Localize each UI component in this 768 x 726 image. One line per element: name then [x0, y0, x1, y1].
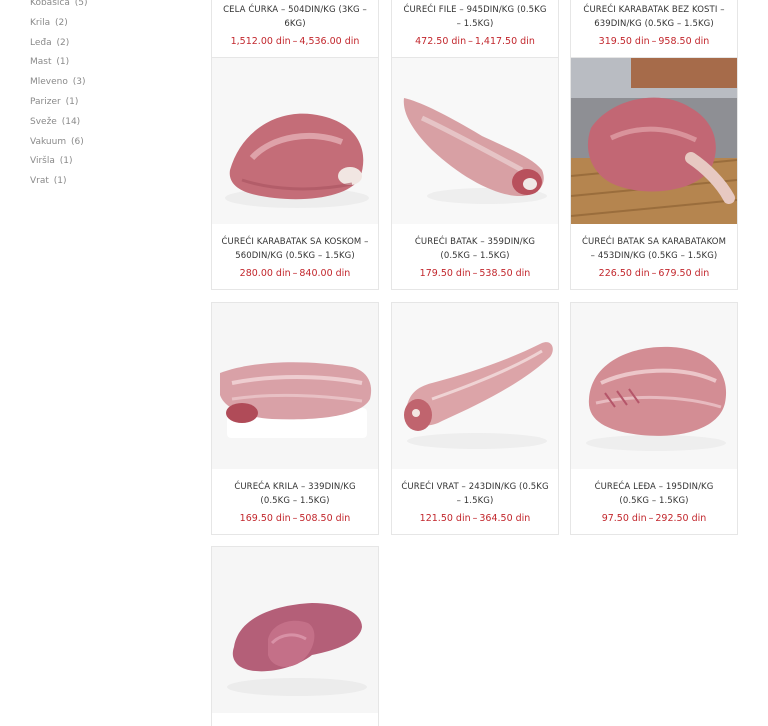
category-link[interactable]: Viršla (1) — [30, 152, 180, 172]
price-min: 1,512.00 din — [230, 36, 291, 47]
category-link[interactable]: Parizer (1) — [30, 93, 180, 113]
product-title[interactable]: ĆUREĆI KARABATAK SA KOSKOM – 560DIN/KG (… — [220, 235, 370, 263]
category-count: (2) — [55, 17, 68, 28]
price-separator: – — [292, 36, 298, 47]
product-card[interactable]: CELA ĆURKA – 504DIN/KG (3KG – 6KG) 1,512… — [211, 0, 379, 58]
price-min: 179.50 din — [419, 268, 471, 279]
price-min: 169.50 din — [239, 513, 291, 524]
price-max: 538.50 din — [479, 268, 531, 279]
category-count: (1) — [56, 57, 70, 68]
product-card[interactable] — [211, 546, 379, 726]
category-label: Vrat — [30, 176, 49, 187]
price-min: 280.00 din — [239, 268, 291, 279]
price-separator: – — [648, 513, 654, 524]
product-title[interactable]: ĆUREĆI VRAT – 243DIN/KG (0.5KG – 1.5KG) — [400, 480, 550, 508]
category-count: (1) — [65, 96, 79, 107]
category-link[interactable]: Vakuum (6) — [30, 133, 180, 153]
category-label: Kobasica — [30, 0, 70, 8]
price-separator: – — [651, 268, 657, 279]
product-price: 319.50 din –958.50 din — [579, 34, 729, 49]
price-min: 472.50 din — [415, 36, 467, 47]
price-separator: – — [468, 36, 473, 47]
category-link[interactable]: Sveže (14) — [30, 113, 180, 133]
price-max: 958.50 din — [658, 36, 710, 47]
category-label: Mleveno — [30, 77, 68, 88]
product-price: 1,512.00 din –4,536.00 din — [220, 34, 370, 49]
product-title[interactable]: CELA ĆURKA – 504DIN/KG (3KG – 6KG) — [220, 3, 370, 31]
price-separator: – — [472, 513, 478, 524]
category-label: Krila — [30, 17, 51, 28]
price-min: 319.50 din — [598, 36, 650, 47]
price-separator: – — [651, 36, 657, 47]
product-price: 179.50 din –538.50 din — [400, 266, 550, 281]
product-price: 97.50 din –292.50 din — [579, 511, 729, 526]
product-card[interactable]: ĆUREĆI KARABATAK BEZ KOSTI – 639DIN/KG (… — [570, 0, 738, 58]
product-price: 121.50 din –364.50 din — [400, 511, 550, 526]
category-label: Viršla — [30, 156, 55, 167]
category-link[interactable]: Mleveno (3) — [30, 73, 180, 93]
price-max: 508.50 din — [299, 513, 351, 524]
product-card[interactable]: ĆUREĆA KRILA – 339DIN/KG (0.5KG – 1.5KG)… — [211, 302, 379, 535]
price-max: 1,417.50 din — [474, 36, 535, 47]
category-count: (1) — [53, 176, 67, 187]
price-max: 840.00 din — [299, 268, 351, 279]
product-price: 169.50 din –508.50 din — [220, 511, 370, 526]
price-max: 292.50 din — [655, 513, 707, 524]
category-link[interactable]: Vrat (1) — [30, 172, 180, 192]
product-title[interactable]: ĆUREĆI KARABATAK BEZ KOSTI – 639DIN/KG (… — [579, 3, 729, 31]
price-max: 364.50 din — [479, 513, 531, 524]
product-title[interactable]: ĆUREĆI FILE – 945DIN/KG (0.5KG – 1.5KG) — [400, 3, 550, 31]
product-card[interactable]: ĆUREĆI KARABATAK SA KOSKOM – 560DIN/KG (… — [211, 57, 379, 290]
price-separator: – — [292, 268, 298, 279]
product-price: 280.00 din –840.00 din — [220, 266, 370, 281]
category-count: (3) — [72, 77, 86, 88]
product-image[interactable] — [571, 303, 737, 469]
category-count: (2) — [56, 37, 70, 48]
product-title[interactable]: ĆUREĆA LEĐA – 195DIN/KG (0.5KG – 1.5KG) — [579, 480, 729, 508]
category-label: Vakuum — [30, 136, 67, 147]
category-count: (6) — [70, 136, 84, 147]
category-link[interactable]: Kobasica (5) — [30, 0, 180, 14]
category-label: Leđa — [30, 37, 52, 48]
category-label: Sveže — [30, 116, 57, 127]
price-max: 679.50 din — [658, 268, 710, 279]
product-card[interactable]: ĆUREĆI BATAK – 359DIN/KG (0.5KG – 1.5KG)… — [391, 57, 559, 290]
product-image[interactable] — [212, 547, 378, 713]
category-count: (1) — [59, 156, 73, 167]
category-label: Parizer — [30, 96, 61, 107]
product-image[interactable] — [392, 303, 558, 469]
category-label: Mast — [30, 57, 52, 68]
product-card[interactable]: ĆUREĆA LEĐA – 195DIN/KG (0.5KG – 1.5KG) … — [570, 302, 738, 535]
product-card[interactable]: ĆUREĆI VRAT – 243DIN/KG (0.5KG – 1.5KG) … — [391, 302, 559, 535]
category-link[interactable]: Krila (2) — [30, 14, 180, 34]
product-title[interactable]: ĆUREĆA KRILA – 339DIN/KG (0.5KG – 1.5KG) — [220, 480, 370, 508]
product-image[interactable] — [392, 58, 558, 224]
category-sidebar: Kobasica (5) Krila (2) Leđa (2) Mast (1)… — [30, 0, 180, 192]
price-min: 97.50 din — [601, 513, 647, 524]
price-separator: – — [292, 513, 298, 524]
product-title[interactable]: ĆUREĆI BATAK SA KARABATAKOM – 453DIN/KG … — [579, 235, 729, 263]
product-price: 472.50 din –1,417.50 din — [400, 34, 550, 49]
product-card[interactable]: ĆUREĆI BATAK SA KARABATAKOM – 453DIN/KG … — [570, 57, 738, 290]
category-link[interactable]: Mast (1) — [30, 53, 180, 73]
category-link[interactable]: Leđa (2) — [30, 34, 180, 54]
price-min: 226.50 din — [598, 268, 650, 279]
product-title[interactable]: ĆUREĆI BATAK – 359DIN/KG (0.5KG – 1.5KG) — [400, 235, 550, 263]
price-max: 4,536.00 din — [299, 36, 360, 47]
product-image[interactable] — [212, 303, 378, 469]
product-image[interactable] — [212, 58, 378, 224]
category-count: (14) — [61, 116, 81, 127]
product-image[interactable] — [571, 58, 737, 224]
category-count: (5) — [74, 0, 88, 8]
product-price: 226.50 din –679.50 din — [579, 266, 729, 281]
price-min: 121.50 din — [419, 513, 471, 524]
product-card[interactable]: ĆUREĆI FILE – 945DIN/KG (0.5KG – 1.5KG) … — [391, 0, 559, 58]
price-separator: – — [472, 268, 478, 279]
